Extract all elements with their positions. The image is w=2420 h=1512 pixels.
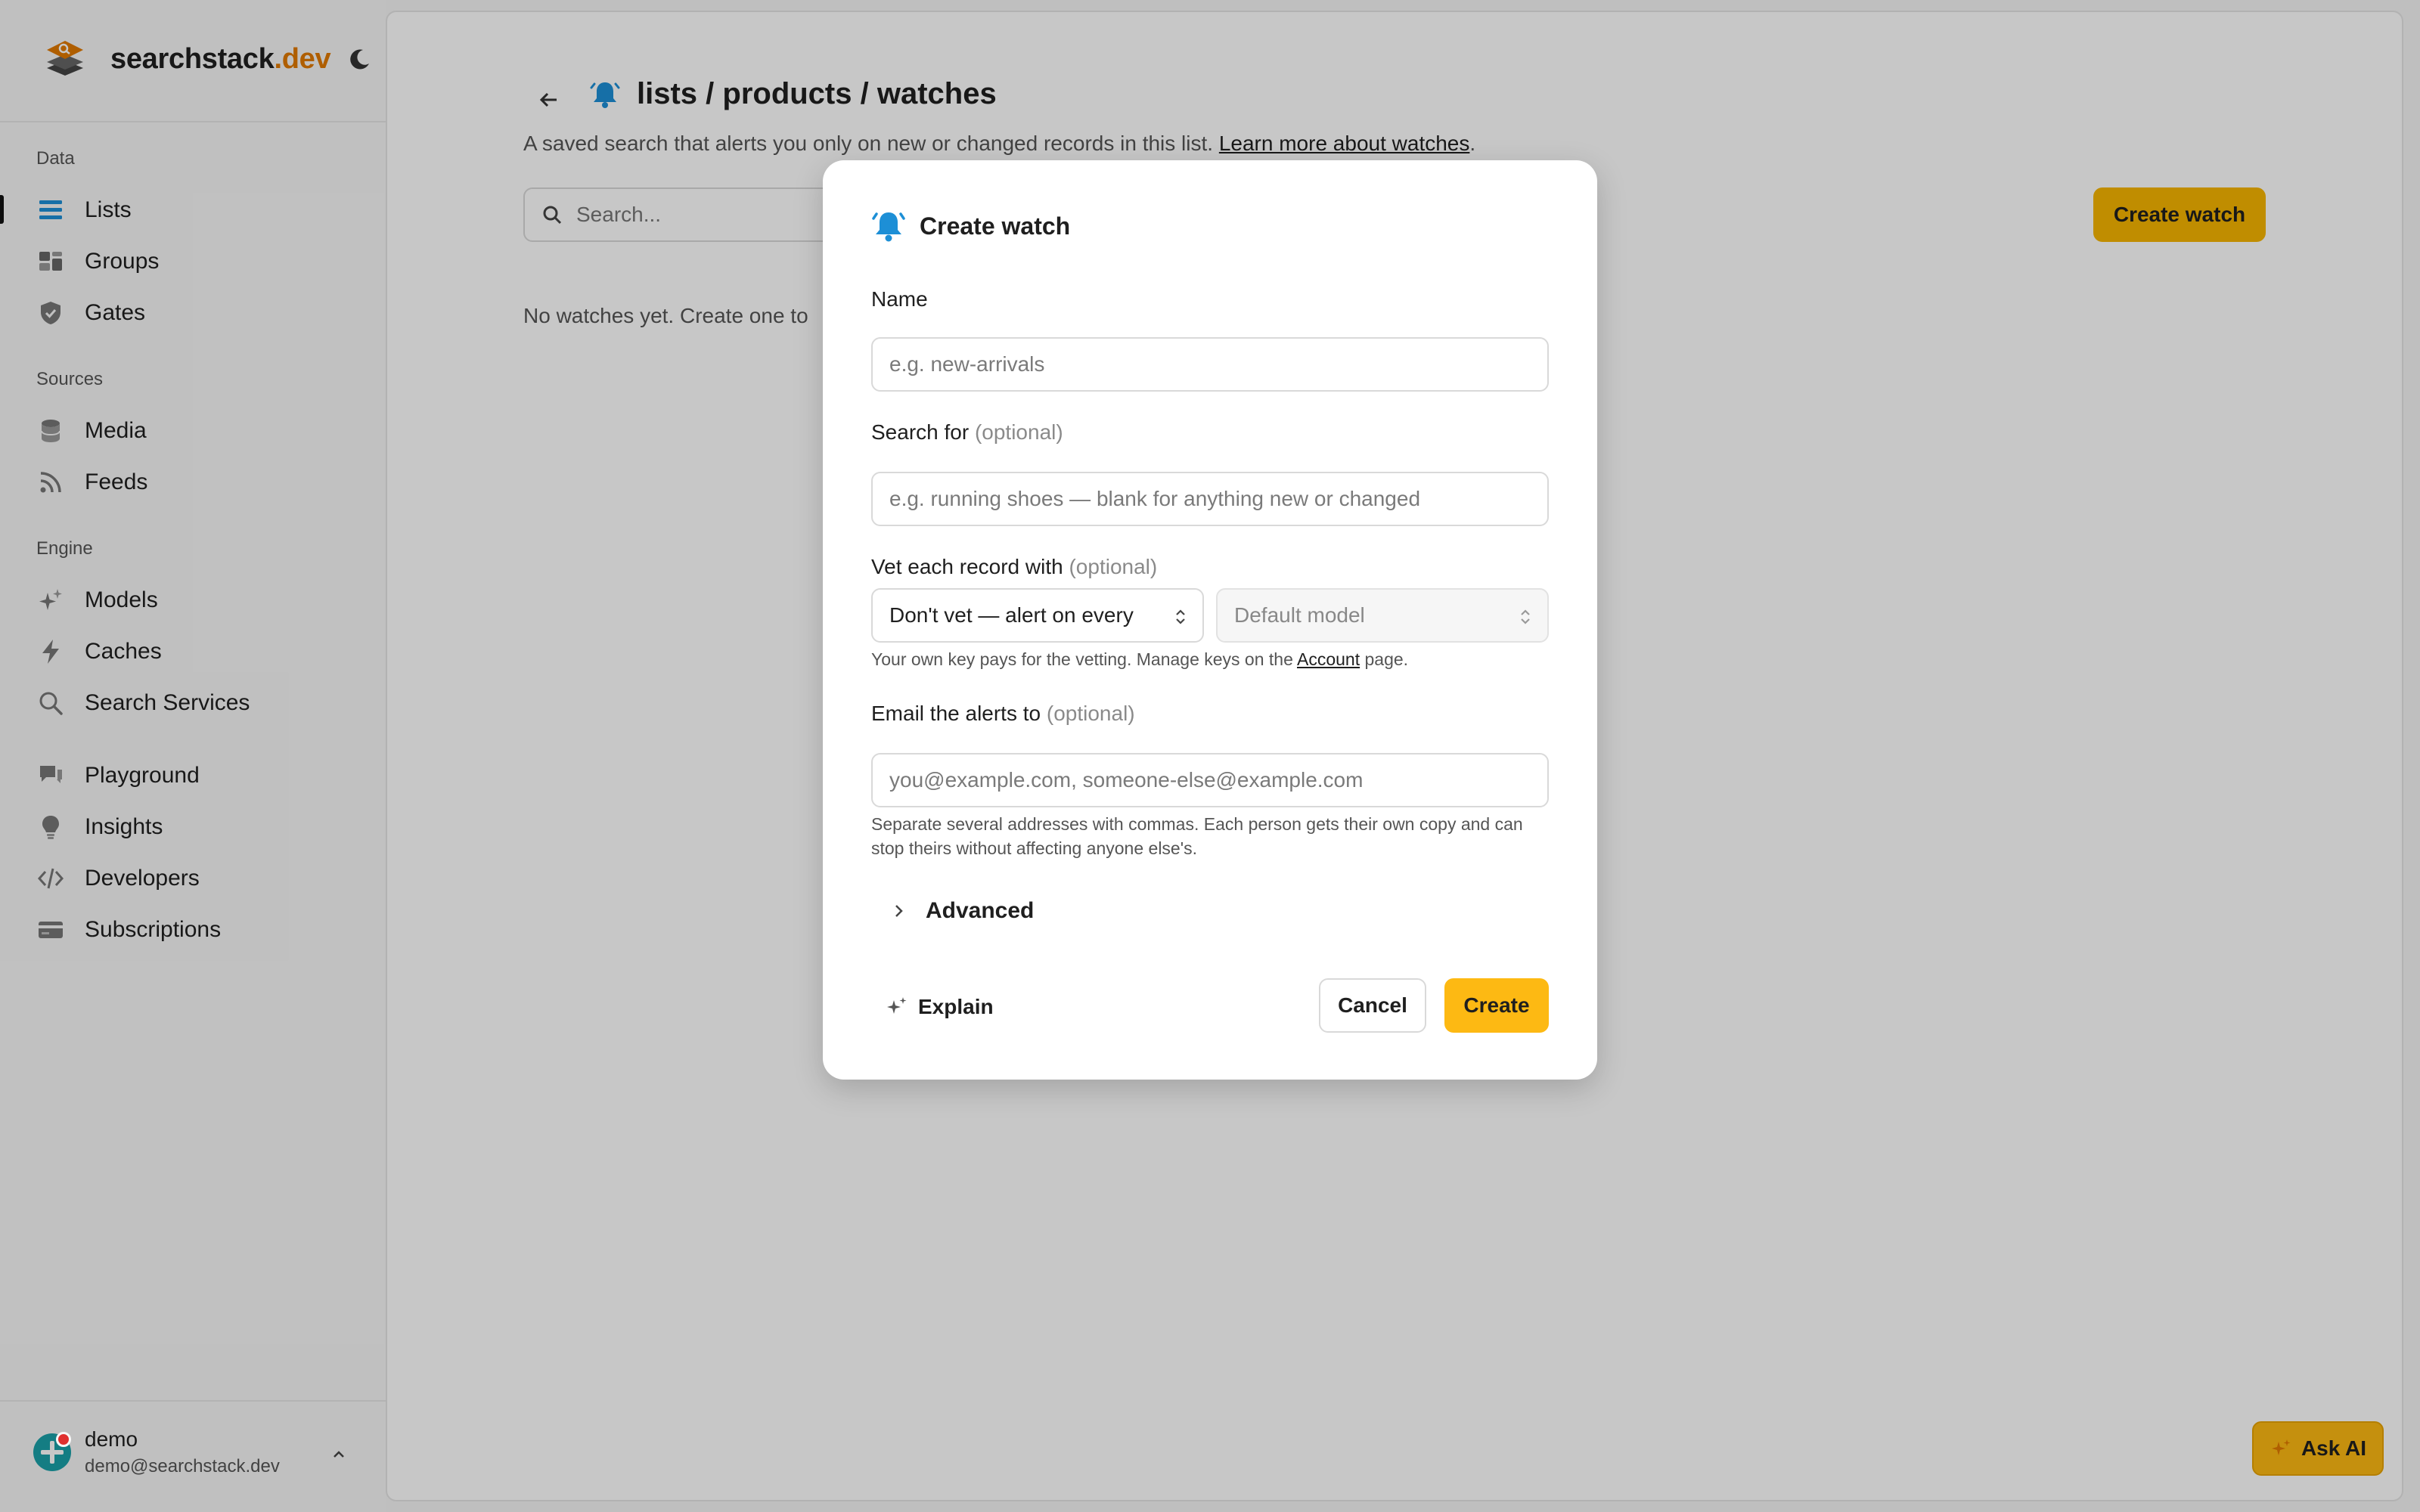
- email-field[interactable]: [871, 753, 1549, 807]
- search-for-label: Search for (optional): [871, 420, 1063, 444]
- sparkles-icon: [887, 997, 907, 1014]
- model-select-value: Default model: [1234, 603, 1365, 627]
- create-button[interactable]: Create: [1444, 978, 1549, 1033]
- advanced-toggle[interactable]: Advanced: [889, 898, 1034, 924]
- vet-help-text: Your own key pays for the vetting. Manag…: [871, 649, 1409, 669]
- notification-dot: [56, 1432, 71, 1447]
- name-label: Name: [871, 287, 928, 311]
- name-field[interactable]: [871, 337, 1549, 392]
- dialog-header: Create watch: [870, 207, 1070, 245]
- explain-button[interactable]: Explain: [885, 989, 994, 1025]
- dialog-title: Create watch: [920, 212, 1071, 240]
- explain-label: Explain: [918, 995, 994, 1018]
- search-for-field[interactable]: [871, 472, 1549, 526]
- vet-select[interactable]: Don't vet — alert on every: [871, 588, 1204, 643]
- email-help-text: Separate several addresses with commas. …: [871, 814, 1523, 858]
- create-watch-dialog: Create watch Name Search for (optional) …: [823, 160, 1597, 1080]
- advanced-label: Advanced: [926, 898, 1035, 923]
- model-select[interactable]: Default model: [1216, 588, 1549, 643]
- chevron-right-icon: [895, 905, 903, 917]
- select-chevron-icon: [1521, 609, 1530, 624]
- vet-label: Vet each record with (optional): [871, 555, 1158, 578]
- vet-select-value: Don't vet — alert on every: [889, 603, 1134, 627]
- bell-icon: [872, 212, 905, 242]
- account-link[interactable]: Account: [1297, 649, 1360, 669]
- select-chevron-icon: [1176, 609, 1185, 624]
- email-label: Email the alerts to (optional): [871, 702, 1135, 725]
- cancel-button[interactable]: Cancel: [1319, 978, 1426, 1033]
